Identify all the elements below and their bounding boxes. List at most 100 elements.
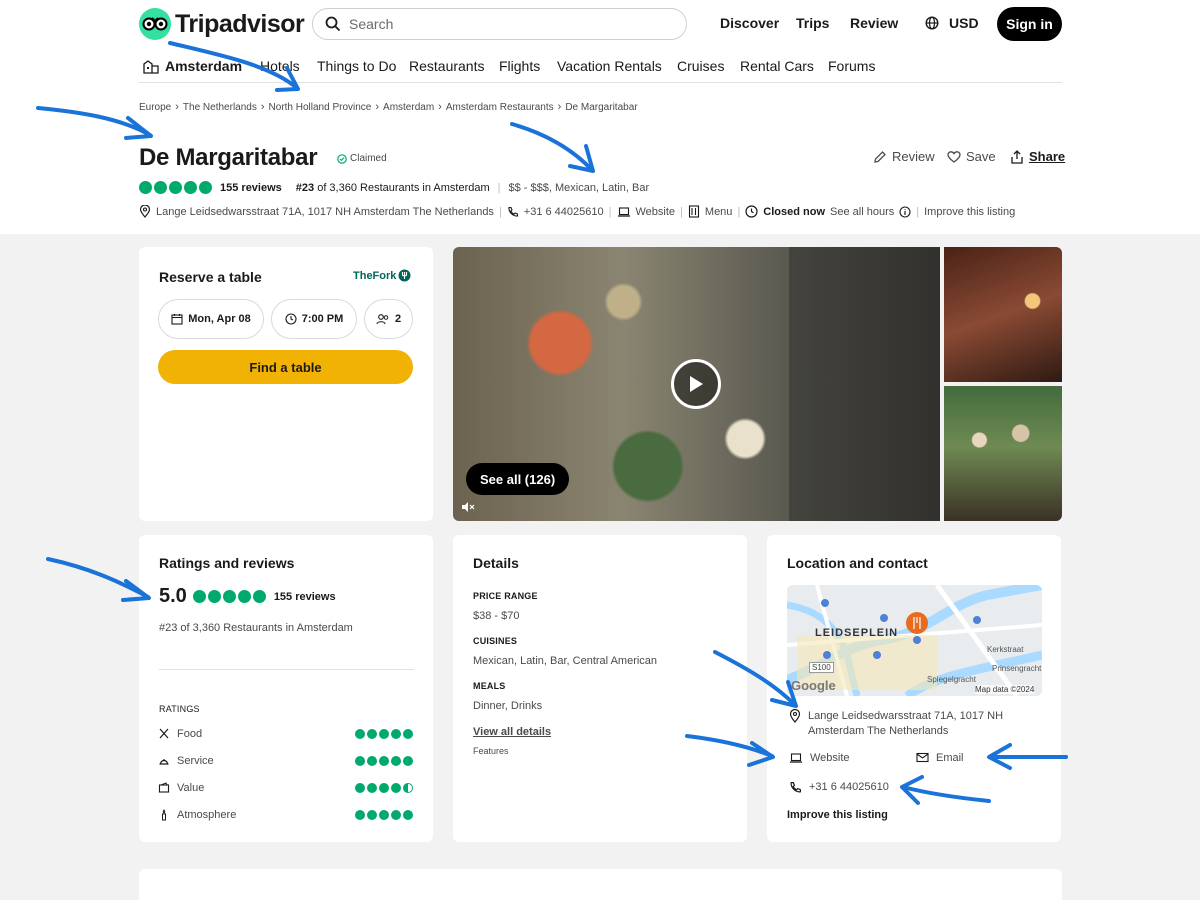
rating-value-bubbles: [355, 783, 413, 793]
ratings-divider: [159, 669, 414, 670]
location-email-label: Email: [936, 752, 964, 764]
fork-logo-icon: [398, 269, 411, 282]
breadcrumb-amsterdam-restaurants[interactable]: Amsterdam Restaurants: [446, 102, 554, 113]
play-video-button[interactable]: [671, 359, 721, 409]
time-selector[interactable]: 7:00 PM: [271, 299, 357, 339]
map-street-prinsengracht: Prinsengracht: [992, 664, 1042, 673]
location-map[interactable]: LEIDSEPLEIN Kerkstraat Prinsengracht Spi…: [787, 585, 1042, 696]
share-icon: [1011, 149, 1023, 164]
claimed-badge: Claimed: [337, 153, 387, 164]
location-improve-listing-link[interactable]: Improve this listing: [787, 809, 888, 821]
thefork-label: TheFork: [353, 269, 397, 282]
sign-in-button[interactable]: Sign in: [997, 7, 1062, 41]
meals-value: Dinner, Drinks: [473, 700, 543, 712]
rank-text[interactable]: of 3,360 Restaurants in Amsterdam: [317, 182, 489, 194]
phone-link[interactable]: +31 6 44025610: [524, 206, 604, 218]
breadcrumb-current: De Margaritabar: [565, 101, 638, 113]
map-street-kerkstraat: Kerkstraat: [987, 645, 1024, 654]
subnav-rental-cars[interactable]: Rental Cars: [740, 58, 814, 74]
view-all-details-link[interactable]: View all details: [473, 726, 551, 738]
currency-selector[interactable]: USD: [925, 15, 979, 31]
review-button[interactable]: Review: [873, 149, 935, 164]
phone-icon: [790, 782, 801, 793]
location-address[interactable]: Lange Leidsedwarsstraat 71A, 1017 NH Amst…: [789, 709, 1003, 739]
mute-icon[interactable]: [461, 501, 475, 513]
price-cuisine: $$ - $$$, Mexican, Latin, Bar: [508, 181, 650, 194]
subnav-flights[interactable]: Flights: [499, 58, 540, 74]
nav-trips[interactable]: Trips: [796, 15, 829, 31]
check-circle-icon: [337, 153, 347, 164]
details-card: Details PRICE RANGE $38 - $70 CUISINES M…: [453, 535, 747, 842]
nav-discover[interactable]: Discover: [720, 15, 779, 31]
nav-review[interactable]: Review: [850, 15, 898, 31]
improve-listing-link[interactable]: Improve this listing: [924, 206, 1015, 218]
features-label: Features: [473, 746, 509, 756]
clock-icon: [745, 205, 758, 218]
reserve-table-card: Reserve a table TheFork: [139, 247, 433, 521]
save-button[interactable]: Save: [947, 149, 996, 164]
overall-score: 5.0 155 reviews: [159, 585, 336, 608]
party-size-selector[interactable]: 2: [364, 299, 413, 339]
city-icon: [143, 60, 159, 74]
rating-bubble: [237, 590, 251, 603]
map-copyright: Map data ©2024: [975, 685, 1035, 694]
candle-icon: [162, 809, 166, 821]
gallery-thumbnail-terrace[interactable]: [944, 386, 1062, 521]
address-line-1: Lange Leidsedwarsstraat 71A, 1017 NH: [808, 710, 1004, 722]
subnav-vacation-rentals[interactable]: Vacation Rentals: [557, 58, 662, 74]
subnav-forums[interactable]: Forums: [828, 58, 875, 74]
menu-icon: [688, 205, 699, 218]
subnav-things-to-do[interactable]: Things to Do: [317, 58, 396, 74]
chevron-right-icon: ›: [175, 101, 179, 113]
subnav-cruises[interactable]: Cruises: [677, 58, 724, 74]
tripadvisor-logo[interactable]: Tripadvisor: [139, 8, 305, 40]
rating-row-food: Food: [158, 728, 413, 740]
rating-service-label: Service: [177, 755, 214, 767]
chevron-right-icon: ›: [375, 101, 380, 113]
see-all-photos-button[interactable]: See all (126): [466, 463, 570, 495]
breadcrumb-netherlands[interactable]: The Netherlands: [183, 102, 257, 113]
breadcrumb-north-holland[interactable]: North Holland Province: [269, 102, 372, 113]
top-header-area: Tripadvisor Discover Trips Review USD Si…: [0, 0, 1200, 234]
rating-bubble: [184, 181, 197, 194]
info-icon[interactable]: [899, 205, 911, 218]
search-bar[interactable]: [312, 8, 687, 40]
nav-divider: [139, 82, 1062, 83]
search-input[interactable]: [349, 16, 649, 32]
photo-gallery-main[interactable]: See all (126): [453, 247, 940, 521]
reviews-count-link[interactable]: 155 reviews: [220, 182, 282, 194]
ratings-reviews-count[interactable]: 155 reviews: [274, 591, 336, 603]
open-status: Closed now: [763, 205, 826, 218]
chevron-right-icon: ›: [260, 101, 265, 113]
wallet-icon: [158, 782, 170, 793]
gallery-thumbnail-interior[interactable]: [944, 247, 1062, 382]
meals-label: MEALS: [473, 681, 506, 691]
location-title: Location and contact: [787, 555, 928, 571]
location-email-link[interactable]: Email: [916, 752, 964, 764]
logo-text: Tripadvisor: [175, 9, 305, 38]
subnav-restaurants[interactable]: Restaurants: [409, 58, 484, 74]
share-button[interactable]: Share: [1010, 149, 1065, 164]
find-table-button[interactable]: Find a table: [158, 350, 413, 384]
breadcrumb-amsterdam[interactable]: Amsterdam: [383, 102, 434, 113]
date-selector[interactable]: Mon, Apr 08: [158, 299, 264, 339]
breadcrumb-europe[interactable]: Europe: [139, 102, 171, 113]
menu-link[interactable]: Menu: [705, 206, 733, 218]
address-link[interactable]: Lange Leidsedwarsstraat 71A, 1017 NH Ams…: [156, 206, 494, 218]
time-value: 7:00 PM: [301, 313, 344, 325]
location-selector[interactable]: Amsterdam: [143, 58, 242, 74]
ratings-rank-text[interactable]: of 3,360 Restaurants in Amsterdam: [180, 622, 352, 634]
location-pin-icon: [139, 205, 151, 218]
subnav-hotels[interactable]: Hotels: [260, 58, 300, 74]
website-link[interactable]: Website: [636, 206, 676, 218]
chevron-right-icon: ›: [557, 101, 562, 113]
rating-bubble: [139, 181, 152, 194]
rating-row-atmosphere: Atmosphere: [158, 809, 413, 821]
rating-value-label: Value: [177, 782, 205, 794]
see-all-hours-link[interactable]: See all hours: [830, 206, 894, 218]
gallery-overlay: [789, 247, 940, 521]
location-website-link[interactable]: Website: [789, 752, 850, 764]
owl-logo-icon: [139, 8, 171, 40]
location-phone-link[interactable]: +31 6 44025610: [789, 781, 889, 794]
rating-row-service: Service: [158, 755, 413, 767]
